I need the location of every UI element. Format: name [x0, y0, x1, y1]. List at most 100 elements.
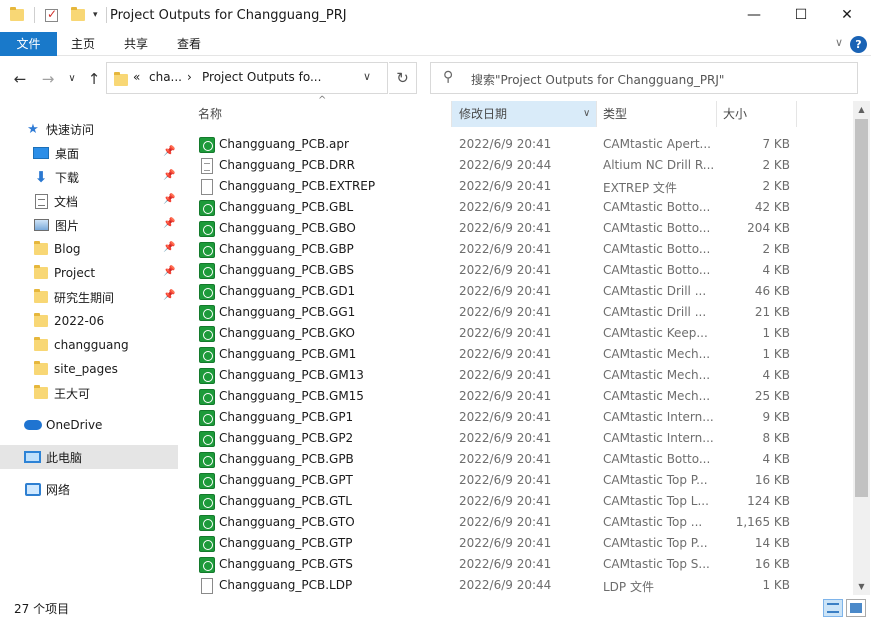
scroll-up-icon[interactable]: ▲: [853, 101, 870, 118]
file-date: 2022/6/9 20:41: [459, 389, 552, 403]
file-row[interactable]: Changguang_PCB.GM13 2022/6/9 20:41 CAMtast…: [190, 365, 802, 386]
file-row[interactable]: Changguang_PCB.GM1 2022/6/9 20:41 CAMtasti…: [190, 344, 802, 365]
sidebar-item-onedrive[interactable]: OneDrive: [0, 413, 178, 437]
file-row[interactable]: Changguang_PCB.GP2 2022/6/9 20:41 CAMtasti…: [190, 428, 802, 449]
tab-share[interactable]: 共享: [113, 32, 159, 56]
sidebar-item-documents[interactable]: 文档 📌: [0, 189, 178, 213]
breadcrumb-item-changguang[interactable]: cha...: [149, 70, 182, 84]
search-input[interactable]: 搜索"Project Outputs for Changguang_PRJ": [471, 71, 724, 88]
properties-icon[interactable]: [45, 7, 58, 22]
file-row[interactable]: Changguang_PCB.GP1 2022/6/9 20:41 CAMtasti…: [190, 407, 802, 428]
sidebar-item-this-pc[interactable]: 此电脑: [0, 445, 178, 469]
maximize-button[interactable]: ☐: [778, 0, 824, 30]
tab-file[interactable]: 文件: [0, 32, 57, 56]
column-header-name[interactable]: 名称: [192, 101, 450, 127]
column-header-type[interactable]: 类型: [597, 101, 715, 127]
back-button[interactable]: ←: [10, 69, 30, 89]
file-row[interactable]: Changguang_PCB.GD1 2022/6/9 20:41 CAMtasti…: [190, 281, 802, 302]
column-filter-icon[interactable]: ∨: [583, 101, 590, 127]
sidebar-item-label: 2022-06: [54, 314, 105, 328]
minimize-button[interactable]: —: [731, 0, 777, 30]
sidebar-item-desktop[interactable]: 桌面 📌: [0, 141, 178, 165]
file-name: Changguang_PCB.GP2: [219, 431, 354, 445]
file-row[interactable]: Changguang_PCB.EXTREP 2022/6/9 20:41 EXTRE…: [190, 176, 802, 197]
file-type: Altium NC Drill R...: [603, 158, 713, 172]
sidebar-item-label: 快速访问: [46, 122, 95, 137]
recent-locations-button[interactable]: ∨: [62, 69, 82, 89]
file-row[interactable]: Changguang_PCB.GBP 2022/6/9 20:41 CAMtasti…: [190, 239, 802, 260]
file-row[interactable]: Changguang_PCB.GTP 2022/6/9 20:41 CAMtasti…: [190, 533, 802, 554]
camtastic-file-icon: [199, 263, 215, 279]
file-type: CAMtastic Top P...: [603, 536, 708, 550]
folder-icon: [34, 313, 48, 327]
new-folder-icon[interactable]: [71, 7, 85, 21]
file-row[interactable]: Changguang_PCB.GTL 2022/6/9 20:41 CAMtasti…: [190, 491, 802, 512]
breadcrumb-overflow[interactable]: «: [133, 70, 140, 84]
close-button[interactable]: ✕: [824, 0, 870, 30]
help-icon[interactable]: ?: [850, 36, 867, 53]
file-date: 2022/6/9 20:41: [459, 326, 552, 340]
file-row[interactable]: Changguang_PCB.GM15 2022/6/9 20:41 CAMtast…: [190, 386, 802, 407]
sidebar-quick-access[interactable]: ★ 快速访问: [0, 117, 178, 141]
vertical-scrollbar[interactable]: ▲ ▼: [853, 101, 870, 595]
file-type: LDP 文件: [603, 580, 654, 594]
sidebar-item-site-pages[interactable]: site_pages: [0, 357, 178, 381]
address-dropdown-icon[interactable]: ∨: [363, 70, 371, 83]
pin-icon: 📌: [163, 194, 176, 205]
sidebar-item-wangdake[interactable]: 王大可: [0, 381, 178, 405]
item-count: 27 个项目: [14, 602, 70, 616]
sidebar-item-2022-06[interactable]: 2022-06: [0, 309, 178, 333]
file-row[interactable]: Changguang_PCB.GTS 2022/6/9 20:41 CAMtasti…: [190, 554, 802, 575]
sidebar-item-label: 研究生期间: [54, 290, 115, 305]
camtastic-file-icon: [199, 221, 215, 237]
file-row[interactable]: Changguang_PCB.GBS 2022/6/9 20:41 CAMtasti…: [190, 260, 802, 281]
file-row[interactable]: Changguang_PCB.LDP 2022/6/9 20:44 LDP 文件 1 …: [190, 575, 802, 596]
column-divider[interactable]: [796, 101, 797, 127]
sidebar-item-graduate[interactable]: 研究生期间 📌: [0, 285, 178, 309]
sidebar-item-project[interactable]: Project 📌: [0, 261, 178, 285]
customize-toolbar-icon[interactable]: ▾: [93, 10, 98, 20]
scroll-down-icon[interactable]: ▼: [853, 578, 870, 595]
file-row[interactable]: Changguang_PCB.apr 2022/6/9 20:41 CAMtasti…: [190, 134, 802, 155]
tab-view[interactable]: 查看: [166, 32, 212, 56]
title-bar: ▾ Project Outputs for Changguang_PRJ — ☐…: [0, 0, 871, 32]
column-header-date[interactable]: 修改日期 ∨: [452, 101, 596, 127]
file-name: Changguang_PCB.GPT: [219, 473, 353, 487]
sidebar-item-downloads[interactable]: ⬇ 下载 📌: [0, 165, 178, 189]
pin-icon: 📌: [163, 218, 176, 229]
sidebar-item-changguang[interactable]: changguang: [0, 333, 178, 357]
file-size: 1 KB: [762, 578, 790, 592]
breadcrumb-item-project-outputs[interactable]: Project Outputs fo...: [202, 70, 321, 84]
details-view-button[interactable]: [823, 599, 843, 617]
file-date: 2022/6/9 20:41: [459, 200, 552, 214]
address-bar[interactable]: « cha... › Project Outputs fo... ∨: [106, 62, 388, 94]
file-row[interactable]: Changguang_PCB.GBO 2022/6/9 20:41 CAMtasti…: [190, 218, 802, 239]
file-date: 2022/6/9 20:41: [459, 536, 552, 550]
computer-icon: [24, 451, 41, 463]
file-name: Changguang_PCB.GM1: [219, 347, 357, 361]
folder-icon[interactable]: [10, 7, 24, 21]
search-box[interactable]: ⚲ 搜索"Project Outputs for Changguang_PRJ": [430, 62, 858, 94]
sidebar-item-network[interactable]: 网络: [0, 477, 178, 501]
file-name: Changguang_PCB.GTL: [219, 494, 352, 508]
file-row[interactable]: Changguang_PCB.GTO 2022/6/9 20:41 CAMtasti…: [190, 512, 802, 533]
column-header-size[interactable]: 大小: [717, 101, 795, 127]
file-row[interactable]: Changguang_PCB.GBL 2022/6/9 20:41 CAMtasti…: [190, 197, 802, 218]
breadcrumb-separator[interactable]: ›: [187, 70, 192, 84]
file-name: Changguang_PCB.EXTREP: [219, 179, 376, 193]
sidebar-item-pictures[interactable]: 图片 📌: [0, 213, 178, 237]
expand-ribbon-icon[interactable]: ∨: [835, 36, 843, 49]
forward-button[interactable]: →: [38, 69, 58, 89]
sidebar-item-label: site_pages: [54, 362, 118, 376]
file-row[interactable]: Changguang_PCB.GPB 2022/6/9 20:41 CAMtasti…: [190, 449, 802, 470]
tab-home[interactable]: 主页: [60, 32, 106, 56]
refresh-button[interactable]: ↻: [389, 62, 417, 94]
file-row[interactable]: Changguang_PCB.DRR 2022/6/9 20:44 Altium N…: [190, 155, 802, 176]
large-icons-view-button[interactable]: [846, 599, 866, 617]
scrollbar-thumb[interactable]: [855, 119, 868, 497]
file-row[interactable]: Changguang_PCB.GKO 2022/6/9 20:41 CAMtasti…: [190, 323, 802, 344]
up-button[interactable]: ↑: [84, 69, 104, 89]
sidebar-item-blog[interactable]: Blog 📌: [0, 237, 178, 261]
file-row[interactable]: Changguang_PCB.GPT 2022/6/9 20:41 CAMtasti…: [190, 470, 802, 491]
file-row[interactable]: Changguang_PCB.GG1 2022/6/9 20:41 CAMtasti…: [190, 302, 802, 323]
